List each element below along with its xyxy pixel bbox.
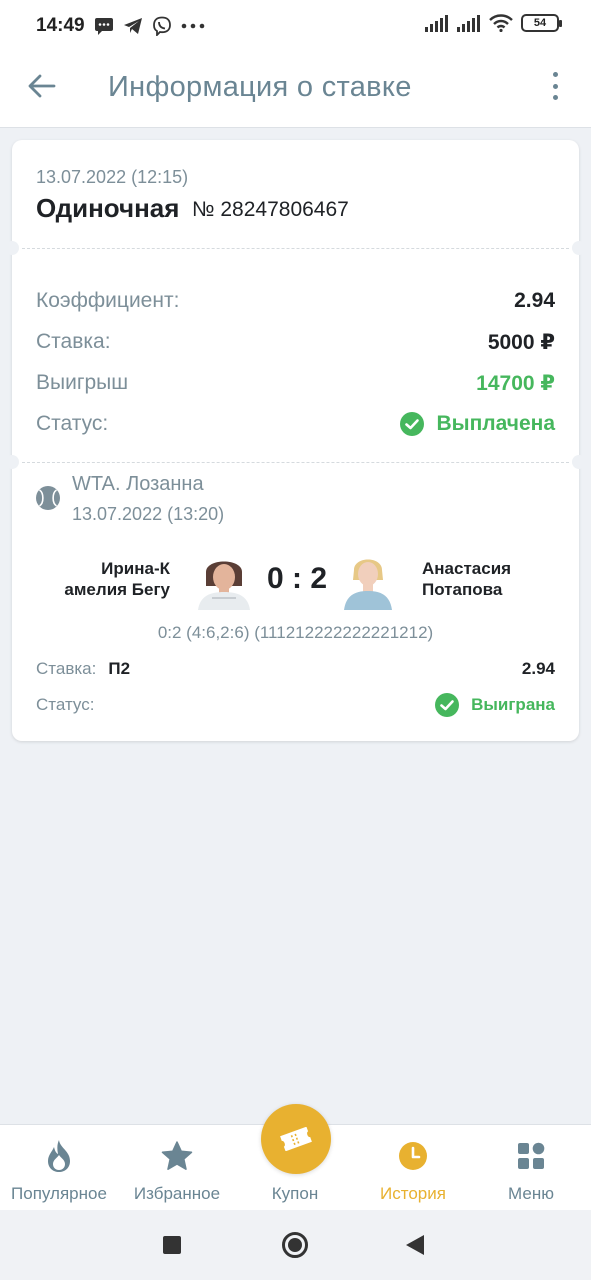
winnings-value: 14700 ₽ [476, 371, 555, 395]
grid-icon [518, 1142, 545, 1169]
nav-popular-label: Популярное [11, 1184, 107, 1203]
signal-icon [425, 15, 448, 32]
stake-value: 5000 ₽ [487, 330, 555, 354]
status-value: Выплачена [436, 412, 555, 435]
flame-icon [48, 1140, 70, 1172]
player-two-avatar [340, 550, 396, 610]
app-bar: Информация о ставке [0, 44, 591, 128]
more-notifications-icon [181, 23, 205, 29]
nav-coupon-label: Купон [271, 1184, 319, 1203]
wifi-icon [489, 14, 513, 32]
clock-icon [399, 1142, 427, 1170]
system-icons: 54 [425, 14, 562, 32]
coefficient-row: Коэффициент: 2.94 [36, 288, 555, 314]
recent-apps-button[interactable] [163, 1236, 181, 1254]
ticket-notch [572, 455, 586, 469]
stake-label: Ставка: [36, 330, 111, 353]
event-coefficient: 2.94 [521, 659, 555, 678]
nav-history[interactable]: История [354, 1125, 472, 1211]
ticket-notch [572, 241, 586, 255]
match-score: 0 : 2 [266, 562, 328, 595]
event-pick: П2 [108, 659, 131, 678]
check-circle-icon [435, 693, 460, 717]
status-row: Статус: Выплачена [36, 411, 555, 437]
player-two-name: Анастасия Потапова [422, 559, 512, 599]
divider [22, 462, 569, 463]
winnings-row: Выигрыш 14700 ₽ [36, 370, 555, 396]
bet-date: 13.07.2022 (12:15) [36, 167, 189, 187]
nav-history-label: История [380, 1184, 446, 1203]
event-stake-row: Ставка: П2 2.94 [36, 657, 555, 681]
status-paid: Выплачена [400, 412, 555, 436]
bet-card: 13.07.2022 (12:15) Одиночная № 282478064… [5, 140, 586, 741]
battery-icon: 54 [521, 14, 562, 32]
nav-favorites[interactable]: Избранное [118, 1125, 236, 1211]
ticket-notch [5, 241, 19, 255]
event-status-row: Статус: Выиграна [36, 693, 555, 717]
bet-number: № 28247806467 [192, 198, 349, 221]
nav-popular[interactable]: Популярное [0, 1125, 118, 1211]
signal-icon [457, 15, 480, 32]
coupon-button[interactable] [261, 1104, 331, 1174]
player-one-avatar [194, 550, 254, 610]
event-status: Выиграна [435, 693, 555, 717]
bet-type: Одиночная [36, 193, 180, 223]
star-icon [161, 1141, 193, 1170]
stake-row: Ставка: 5000 ₽ [36, 329, 555, 355]
coefficient-value: 2.94 [514, 289, 555, 312]
tennis-ball-icon [36, 486, 60, 510]
nav-menu[interactable]: Меню [472, 1125, 590, 1211]
ticket-icon [280, 1127, 312, 1151]
nav-favorites-label: Избранное [133, 1184, 221, 1203]
more-vertical-icon [552, 72, 558, 77]
system-navigation [0, 1210, 591, 1280]
event-stake-label: Ставка: [36, 659, 97, 678]
telegram-icon [124, 18, 142, 34]
ticket-notch [5, 455, 19, 469]
system-back-button[interactable] [406, 1235, 424, 1255]
event-status-value: Выиграна [471, 695, 555, 714]
back-button[interactable] [22, 66, 62, 106]
page-title: Информация о ставке [108, 71, 412, 103]
coefficient-label: Коэффициент: [36, 289, 180, 312]
nav-menu-label: Меню [508, 1184, 554, 1203]
set-details: 0:2 (4:6,2:6) (111212222222221212) [157, 623, 434, 642]
player-one-name: Ирина-К амелия Бегу [64, 559, 170, 599]
event-status-label: Статус: [36, 695, 95, 714]
status-label: Статус: [36, 412, 109, 435]
event-date: 13.07.2022 (13:20) [72, 504, 225, 524]
message-icon [95, 18, 113, 35]
home-button[interactable] [282, 1232, 308, 1258]
winnings-label: Выигрыш [36, 371, 129, 394]
league-name: WTA. Лозанна [72, 473, 204, 495]
notification-icons [94, 16, 205, 36]
arrow-left-icon [28, 74, 56, 98]
check-circle-icon [400, 412, 425, 436]
battery-level: 54 [533, 17, 547, 29]
divider [22, 248, 569, 249]
more-options-button[interactable] [545, 68, 565, 104]
status-time: 14:49 [36, 15, 85, 36]
viber-icon [153, 16, 171, 36]
status-bar: 14:49 54 [0, 0, 591, 44]
